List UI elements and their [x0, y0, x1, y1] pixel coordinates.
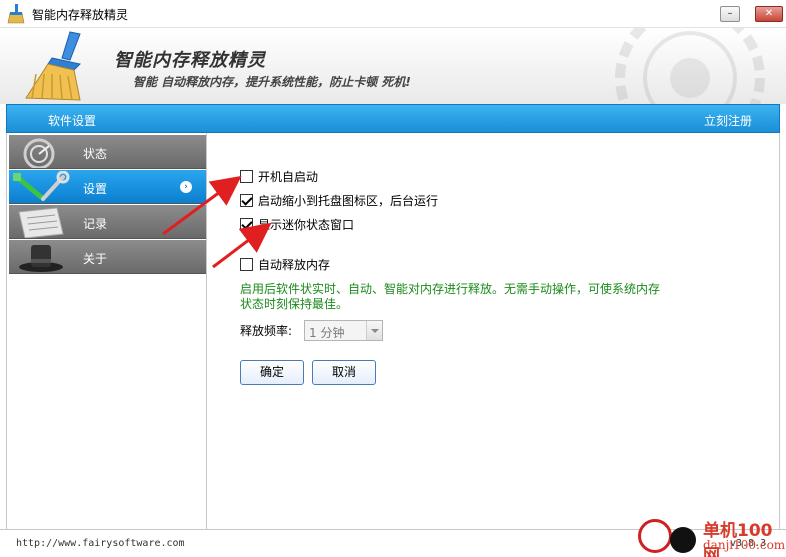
settings-panel: 开机自启动 启动缩小到托盘图标区，后台运行 显示迷你状态窗口 自动释放内存 启用… [207, 133, 780, 529]
minimize-to-tray-label: 启动缩小到托盘图标区，后台运行 [258, 193, 439, 208]
watermark-logo-icon [638, 519, 672, 553]
gear-decoration-icon [615, 28, 765, 104]
sidebar-item-label: 设置 [83, 182, 108, 196]
gauge-icon [23, 138, 55, 168]
sidebar-item-label: 记录 [83, 217, 108, 231]
broom-logo-icon [25, 31, 82, 101]
autostart-checkbox[interactable] [240, 169, 253, 183]
sidebar: 状态 设置 › 记录 关于 [6, 133, 207, 529]
hat-icon [19, 245, 63, 272]
cancel-button[interactable]: 取消 [312, 360, 376, 385]
sidebar-item-records[interactable]: 记录 [9, 205, 206, 239]
register-link[interactable]: 立刻注册 [704, 112, 752, 129]
website-url[interactable]: http://www.fairysoftware.com [16, 538, 185, 549]
sidebar-item-settings[interactable]: 设置 › [9, 170, 206, 204]
tools-icon [13, 171, 70, 201]
chevron-right-icon: › [180, 181, 192, 193]
sidebar-item-label: 关于 [83, 252, 108, 266]
chevron-down-icon [366, 321, 382, 340]
close-button[interactable]: ✕ [755, 6, 783, 22]
autostart-option[interactable]: 开机自启动 [240, 168, 318, 184]
window-title: 智能内存释放精灵 [32, 8, 129, 22]
auto-release-hint: 启用后软件状实时、自动、智能对内存进行释放。无需手动操作，可使系统内存状态时刻保… [240, 282, 661, 311]
auto-release-label: 自动释放内存 [258, 257, 331, 272]
frequency-select[interactable]: 1 分钟 [304, 320, 383, 341]
mini-window-label: 显示迷你状态窗口 [258, 217, 355, 232]
ok-button[interactable]: 确定 [240, 360, 304, 385]
minimize-to-tray-option[interactable]: 启动缩小到托盘图标区，后台运行 [240, 192, 438, 208]
auto-release-checkbox[interactable] [240, 257, 253, 271]
sidebar-item-label: 状态 [83, 147, 108, 161]
mini-window-option[interactable]: 显示迷你状态窗口 [240, 216, 354, 232]
section-title: 软件设置 [48, 114, 97, 128]
frequency-label: 释放频率: [240, 324, 293, 338]
watermark-domain: danji100.com [703, 538, 786, 552]
section-bar: 软件设置 立刻注册 [6, 104, 780, 133]
watermark-logo-icon [670, 527, 696, 553]
broom-icon [7, 4, 25, 24]
minimize-button[interactable]: – [720, 6, 740, 22]
sidebar-item-about[interactable]: 关于 [9, 240, 206, 274]
site-watermark: 单机100网 danji100.com [636, 513, 786, 557]
sidebar-item-status[interactable]: 状态 [9, 135, 206, 169]
minimize-to-tray-checkbox[interactable] [240, 193, 253, 207]
mini-window-checkbox[interactable] [240, 217, 253, 231]
auto-release-option[interactable]: 自动释放内存 [240, 256, 330, 272]
autostart-label: 开机自启动 [258, 169, 319, 184]
app-name: 智能内存释放精灵 [114, 50, 266, 71]
notepad-icon [18, 207, 64, 238]
app-banner: 智能内存释放精灵 智能 自动释放内存，提升系统性能，防止卡顿 死机! [0, 28, 786, 104]
app-tagline: 智能 自动释放内存，提升系统性能，防止卡顿 死机! [133, 75, 411, 89]
frequency-value: 1 分钟 [309, 326, 345, 340]
title-bar: 智能内存释放精灵 – □ ✕ [0, 0, 786, 28]
